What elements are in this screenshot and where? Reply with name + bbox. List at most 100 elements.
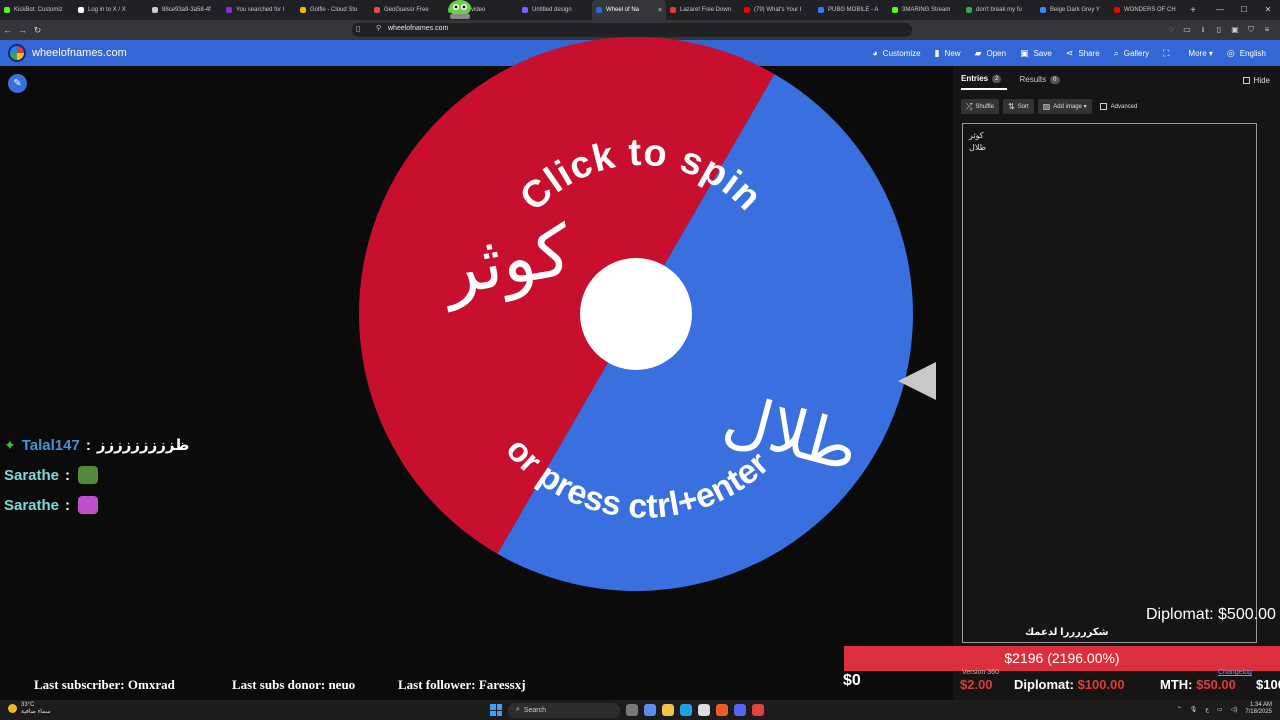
entries-panel: Entries 2 Results 0 Hide ⤮ Shuffle ⇅ Sort ▨ Add …: [953, 66, 1280, 700]
advanced-toggle[interactable]: Advanced: [1099, 103, 1138, 110]
weather-widget[interactable]: 33°C سماء صافية: [8, 702, 51, 715]
donation-goal-text: $2196 (2196.00%): [1004, 650, 1120, 666]
hide-label: Hide: [1253, 76, 1270, 85]
browser-tab[interactable]: Log in to X / X: [74, 0, 148, 20]
wallet-icon[interactable]: ▣: [1230, 25, 1240, 35]
browser-tab[interactable]: Golfle - Cloud Stu: [296, 0, 370, 20]
subscriber-badge-icon: ✦: [4, 436, 16, 453]
minimize-button[interactable]: —: [1208, 0, 1232, 20]
input-language[interactable]: ع: [1205, 706, 1209, 713]
url-text: wheelofnames.com: [388, 25, 449, 32]
menu-fullscreen[interactable]: ⛶: [1163, 48, 1174, 59]
tab-results[interactable]: Results 0: [1019, 74, 1065, 90]
menu-save[interactable]: ▣ Save: [1020, 48, 1052, 59]
menu-more[interactable]: More ▾: [1188, 49, 1212, 58]
count-badge: 0: [1050, 75, 1060, 84]
menu-share[interactable]: ⋖ Share: [1066, 48, 1100, 59]
browser-tab[interactable]: don't break my fu: [962, 0, 1036, 20]
search-icon: ⌕: [1113, 47, 1119, 58]
advanced-checkbox[interactable]: [1099, 103, 1107, 110]
clock[interactable]: 1:34 AM 7/18/2025: [1245, 702, 1272, 716]
new-tab-button[interactable]: +: [1184, 5, 1202, 16]
sidebar-icon[interactable]: ▯: [1214, 25, 1224, 35]
menu-globe[interactable]: ◎ English: [1227, 48, 1266, 59]
site-logo-icon[interactable]: [8, 44, 26, 62]
browser-tab[interactable]: Untitled design: [518, 0, 592, 20]
site-name[interactable]: wheelofnames.com: [32, 47, 127, 59]
tab-label: GeoGuessr Free: [384, 7, 429, 13]
close-tab-icon[interactable]: ×: [658, 7, 662, 14]
shuffle-icon: ⤮: [966, 101, 973, 111]
hide-checkbox[interactable]: [1242, 77, 1250, 84]
brave-icon[interactable]: [716, 704, 728, 716]
task-view-icon[interactable]: [626, 704, 638, 716]
ticker-item: Diplomat: $100.00: [1014, 677, 1125, 692]
wheel-center[interactable]: [580, 258, 692, 370]
browser-tab[interactable]: GeoGuessr Free: [370, 0, 444, 20]
changelog-link[interactable]: Changelog: [1218, 669, 1252, 676]
chat-message: Sarathe:: [4, 460, 189, 490]
edge-icon[interactable]: [680, 704, 692, 716]
top-donor-overlay: Diplomat: $500.00: [1146, 606, 1276, 623]
windows-start-icon[interactable]: [490, 704, 502, 716]
last-subs-donor: Last subs donor: neuo: [232, 677, 356, 692]
tab-entries[interactable]: Entries 2: [961, 74, 1008, 90]
advanced-label: Advanced: [1110, 103, 1138, 110]
taskbar-search[interactable]: ⌕ Search: [508, 702, 620, 718]
wheel[interactable]: Click to spin or press ctrl+enter كوثرطل…: [356, 34, 916, 594]
download-icon[interactable]: ⭳: [1198, 25, 1208, 35]
forward-icon[interactable]: →: [15, 25, 30, 35]
new-file-icon: ▮: [934, 47, 940, 58]
hide-toggle[interactable]: Hide: [1242, 76, 1270, 85]
tray-chevron-icon[interactable]: ⌃: [1177, 706, 1182, 713]
chat-icon[interactable]: ◌: [1166, 25, 1176, 35]
tab-favicon-icon: [818, 7, 824, 13]
close-window-button[interactable]: ✕: [1256, 0, 1280, 20]
sort-button[interactable]: ⇅ Sort: [1002, 99, 1034, 114]
edit-title-button[interactable]: ✎: [8, 74, 27, 93]
file-explorer-icon[interactable]: [662, 704, 674, 716]
tab-favicon-icon: [374, 7, 380, 13]
screenshot-icon[interactable]: ▭: [1182, 25, 1192, 35]
store-icon[interactable]: [698, 704, 710, 716]
microphone-icon[interactable]: 🎙: [1190, 706, 1198, 713]
browser-tab[interactable]: KickBot: Customiz: [0, 0, 74, 20]
browser-tab[interactable]: (79) What's Your I: [740, 0, 814, 20]
volume-icon[interactable]: ◁): [1231, 706, 1238, 713]
browser-tab[interactable]: Wheel of Na ×: [592, 0, 666, 20]
menu-folder[interactable]: ▰ Open: [975, 48, 1007, 59]
menu-search[interactable]: ⌕ Gallery: [1114, 48, 1149, 59]
maximize-button[interactable]: ☐: [1232, 0, 1256, 20]
browser-tab[interactable]: 3MARING Stream: [888, 0, 962, 20]
entries-textarea[interactable]: كوثر طلال: [962, 123, 1257, 643]
save-icon: ▣: [1020, 47, 1029, 58]
obs-icon[interactable]: [752, 704, 764, 716]
menu-icon[interactable]: ≡: [1262, 25, 1272, 35]
discord-icon[interactable]: [734, 704, 746, 716]
chat-separator: :: [85, 436, 91, 454]
ticker-item: $2.00: [960, 677, 993, 692]
shuffle-button[interactable]: ⤮ Shuffle: [961, 99, 999, 114]
tab-label: Beige Dark Grey Y: [1050, 7, 1100, 13]
tab-label: Wheel of Na: [606, 7, 640, 13]
entry-line: كوثر: [969, 131, 984, 140]
browser-tab[interactable]: WONDERS OF CH: [1110, 0, 1184, 20]
tab-favicon-icon: [670, 7, 676, 13]
menu-new-file[interactable]: ▮ New: [935, 48, 961, 59]
browser-tab[interactable]: You searched for l: [222, 0, 296, 20]
site-info-icon[interactable]: ⚲: [376, 24, 381, 32]
back-icon[interactable]: ←: [0, 25, 15, 35]
browser-tab[interactable]: Beige Dark Grey Y: [1036, 0, 1110, 20]
streamer-mascot-overlay: [449, 0, 471, 19]
reload-icon[interactable]: ↻: [30, 25, 45, 36]
shield-icon[interactable]: ⛉: [1246, 25, 1256, 35]
image-button[interactable]: ▨ Add image ▾: [1037, 99, 1092, 114]
browser-tab[interactable]: Lazaret Free Down: [666, 0, 740, 20]
tab-favicon-icon: [1114, 7, 1120, 13]
browser-tab[interactable]: 88ce93a9-3a58-4f: [148, 0, 222, 20]
bookmark-icon[interactable]: ▯: [356, 24, 360, 33]
network-icon[interactable]: ▭: [1217, 706, 1223, 713]
browser-tab[interactable]: PUBG MOBILE - A: [814, 0, 888, 20]
tab-label: Lazaret Free Down: [680, 7, 732, 13]
copilot-icon[interactable]: [644, 704, 656, 716]
